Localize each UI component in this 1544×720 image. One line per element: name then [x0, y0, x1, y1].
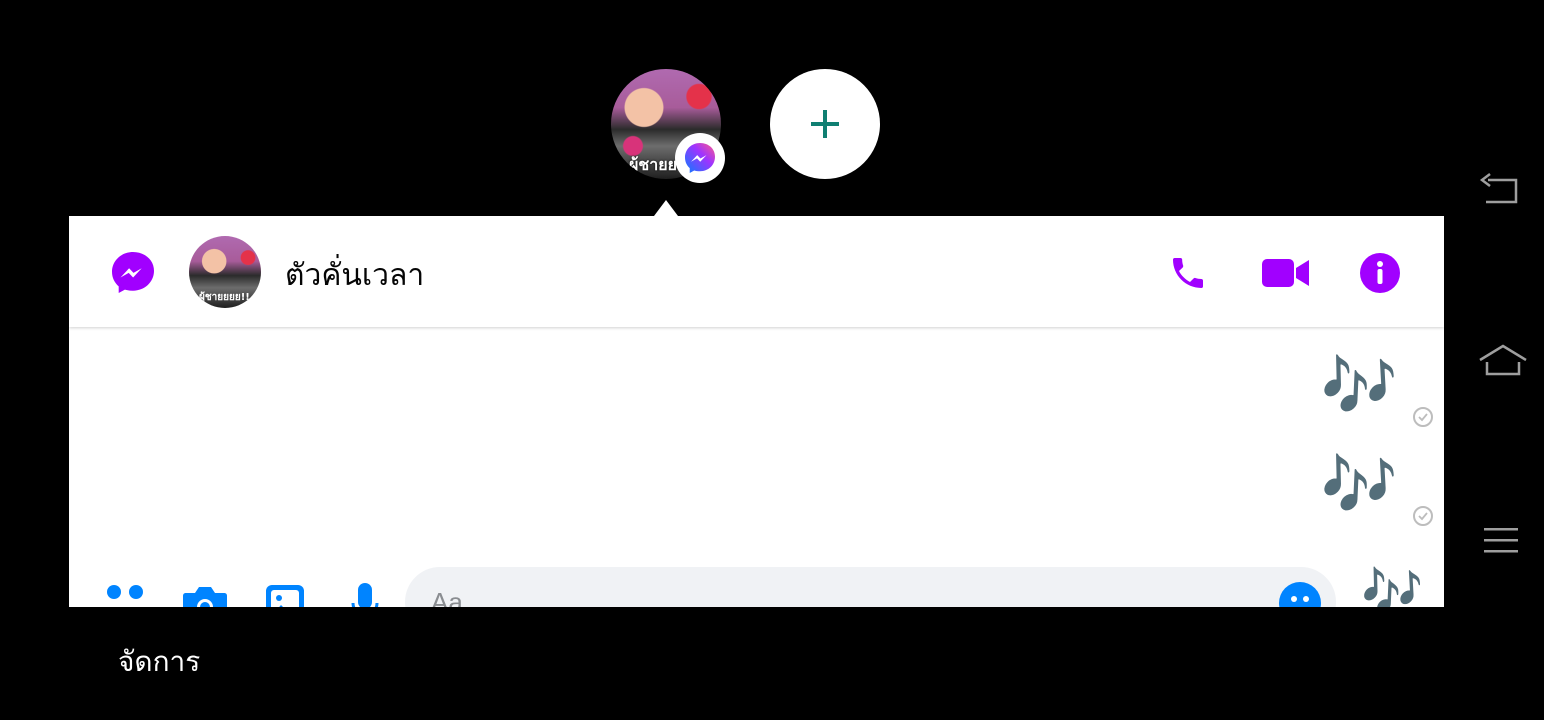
chat-head-avatar-caption: ผู้ชายย	[629, 155, 677, 174]
manage-label[interactable]: จัดการ	[118, 640, 200, 684]
gallery-icon[interactable]	[264, 583, 306, 607]
voice-call-button[interactable]	[1166, 251, 1210, 295]
message-bubble[interactable]: 🎶	[1321, 454, 1398, 516]
info-icon	[1360, 253, 1400, 293]
add-chat-head-button[interactable]	[770, 69, 880, 179]
phone-icon	[1173, 258, 1203, 288]
menu-icon[interactable]	[1478, 525, 1522, 557]
video-call-button[interactable]	[1261, 251, 1311, 295]
message-composer: 🎶	[69, 567, 1444, 607]
contact-avatar[interactable]: ผู้ชายยยย!!	[189, 236, 261, 308]
chat-panel: ผู้ชายยยย!! ตัวคั่นเวลา 🎶 🎶 Aa 🎶	[69, 216, 1444, 607]
emoji-icon[interactable]	[1279, 582, 1321, 607]
sent-check-icon	[1413, 506, 1433, 526]
camera-icon[interactable]	[182, 583, 228, 607]
apps-icon[interactable]	[105, 583, 145, 607]
message-list[interactable]: 🎶 🎶	[69, 327, 1444, 567]
messenger-badge-icon	[675, 133, 725, 183]
messenger-logo-icon[interactable]	[109, 249, 157, 297]
conversation-title[interactable]: ตัวคั่นเวลา	[285, 252, 424, 299]
conversation-info-button[interactable]	[1358, 251, 1402, 295]
quick-reaction-button[interactable]: 🎶	[1361, 567, 1423, 607]
message-bubble[interactable]: 🎶	[1321, 355, 1398, 417]
home-icon[interactable]	[1478, 342, 1528, 378]
microphone-icon[interactable]	[351, 583, 379, 607]
popover-pointer	[654, 200, 678, 216]
sent-check-icon	[1413, 407, 1433, 427]
video-camera-icon	[1262, 259, 1309, 287]
plus-icon	[811, 110, 839, 138]
message-input[interactable]	[405, 567, 1336, 607]
contact-avatar-caption: ผู้ชายยยย!!	[199, 292, 250, 303]
back-icon[interactable]	[1478, 172, 1522, 208]
chat-header: ผู้ชายยยย!! ตัวคั่นเวลา	[69, 216, 1444, 327]
